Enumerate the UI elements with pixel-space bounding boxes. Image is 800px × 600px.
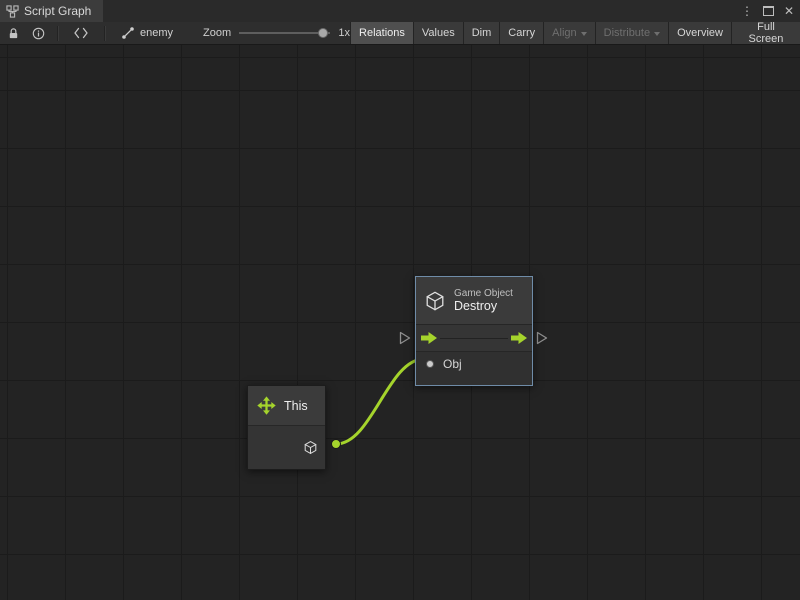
obj-input-port[interactable]	[426, 360, 434, 368]
distribute-button: Distribute	[595, 22, 668, 44]
node-category: Game Object	[454, 288, 513, 300]
node-this[interactable]: This	[247, 385, 326, 470]
window-menu-icon[interactable]: ⋮	[741, 0, 753, 22]
carry-button[interactable]: Carry	[499, 22, 543, 44]
distribute-button-label: Distribute	[604, 27, 650, 39]
toolbar-separator	[57, 26, 58, 41]
window-controls: ⋮ ✕	[741, 0, 794, 22]
info-icon[interactable]	[32, 27, 45, 40]
zoom-value: 1x	[338, 27, 350, 39]
maximize-glyph	[763, 6, 774, 16]
tab-title: Script Graph	[24, 4, 91, 18]
node-destroy[interactable]: Game Object Destroy Obj	[415, 276, 533, 386]
zoom-slider[interactable]	[239, 27, 330, 39]
fullscreen-button[interactable]: Full Screen	[731, 22, 800, 44]
zoom-slider-handle[interactable]	[318, 28, 328, 38]
dropdown-caret-icon	[654, 32, 660, 36]
toolbar-separator	[104, 26, 105, 41]
script-graph-window: Script Graph ⋮ ✕	[0, 0, 800, 600]
node-title: Destroy	[454, 299, 513, 313]
window-close-icon[interactable]: ✕	[784, 0, 794, 22]
window-maximize-icon[interactable]	[763, 6, 774, 16]
relation-line	[440, 338, 508, 339]
align-button-label: Align	[552, 27, 576, 39]
node-this-body	[248, 426, 325, 469]
game-object-cube-icon	[303, 440, 318, 455]
zoom-slider-track[interactable]	[239, 32, 330, 34]
zoom-label: Zoom	[203, 27, 231, 39]
titlebar: Script Graph ⋮ ✕	[0, 0, 800, 23]
relations-button[interactable]: Relations	[350, 22, 413, 44]
graph-toolbar: enemy Zoom 1x Relations Values Dim Carry…	[0, 22, 800, 45]
self-move-icon	[256, 395, 277, 416]
this-output-port[interactable]	[331, 439, 341, 449]
game-object-cube-icon	[424, 290, 446, 312]
graph-canvas[interactable]: Game Object Destroy Obj	[0, 45, 800, 600]
dim-button[interactable]: Dim	[463, 22, 500, 44]
values-button[interactable]: Values	[413, 22, 463, 44]
obj-port-row: Obj	[416, 352, 532, 385]
align-button: Align	[543, 22, 594, 44]
lock-icon[interactable]	[7, 27, 20, 40]
tab-script-graph[interactable]: Script Graph	[0, 0, 103, 22]
code-icon[interactable]	[74, 27, 88, 39]
connection-edge[interactable]	[336, 359, 424, 444]
node-destroy-titles: Game Object Destroy	[454, 288, 513, 314]
node-this-title: This	[284, 399, 308, 413]
node-destroy-header[interactable]: Game Object Destroy	[416, 277, 532, 325]
toolbar-buttons: Relations Values Dim Carry Align Distrib…	[350, 22, 800, 44]
control-flow-row	[416, 325, 532, 352]
control-input-triangle-icon[interactable]	[399, 331, 411, 345]
graph-breadcrumb-icon	[121, 26, 135, 40]
obj-port-label: Obj	[443, 357, 462, 371]
control-output-triangle-icon[interactable]	[536, 331, 548, 345]
control-input-port-icon[interactable]	[421, 332, 437, 344]
graph-breadcrumb-label: enemy	[140, 27, 173, 39]
overview-button[interactable]: Overview	[668, 22, 731, 44]
script-graph-icon	[6, 5, 19, 18]
dropdown-caret-icon	[581, 32, 587, 36]
graph-breadcrumb[interactable]: enemy	[121, 26, 173, 40]
node-this-header[interactable]: This	[248, 386, 325, 426]
control-output-port-icon[interactable]	[511, 332, 527, 344]
connection-layer	[0, 45, 800, 600]
